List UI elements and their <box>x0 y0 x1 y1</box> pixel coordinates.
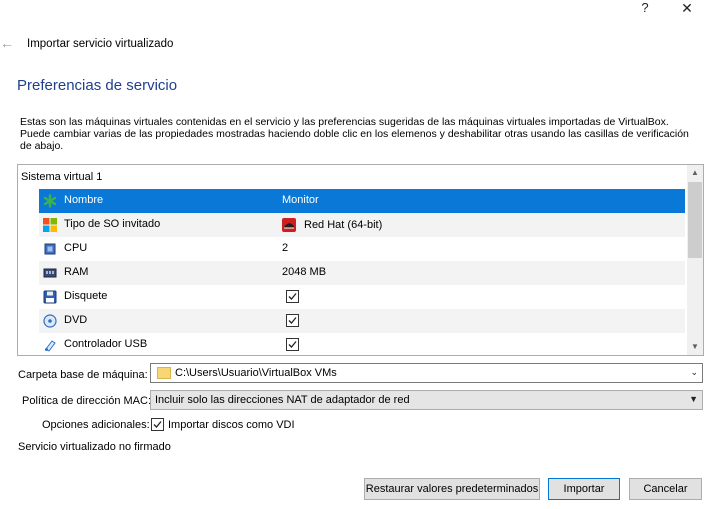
import-button[interactable]: Importar <box>548 478 620 500</box>
checkmark-icon <box>288 293 297 300</box>
checkmark-icon <box>153 421 162 428</box>
floppy-icon <box>42 289 58 305</box>
mac-policy-value: Incluir solo las direcciones NAT de adap… <box>155 394 410 406</box>
row-name: CPU <box>64 242 88 254</box>
settings-rows: Nombre Monitor Tipo de SO invitado Red Hat … <box>39 189 685 355</box>
wizard-title: Importar servicio virtualizado <box>27 38 174 50</box>
row-name: Tipo de SO invitado <box>64 218 161 230</box>
redhat-icon <box>282 218 296 232</box>
extra-options-label: Opciones adicionales: <box>42 419 150 431</box>
row-value-text: Red Hat (64-bit) <box>304 219 383 231</box>
back-arrow-icon[interactable]: ← <box>0 35 14 51</box>
row-name: Nombre <box>64 194 104 206</box>
row-value: Red Hat (64-bit) <box>282 218 382 232</box>
import-vdi-checkbox[interactable] <box>151 418 164 431</box>
name-icon <box>42 193 58 209</box>
tree-row-dvd[interactable]: DVD <box>39 309 685 333</box>
mac-policy-select[interactable]: Incluir solo las direcciones NAT de adap… <box>150 390 703 410</box>
tree-row-nombre[interactable]: Nombre Monitor <box>39 189 685 213</box>
help-button[interactable]: ? <box>634 0 656 15</box>
page-title: Preferencias de servicio <box>17 77 178 94</box>
dropdown-arrow-icon[interactable]: ▼ <box>689 394 698 404</box>
virtual-system-header[interactable]: Sistema virtual 1 <box>21 171 102 183</box>
base-folder-label: Carpeta base de máquina: <box>18 369 148 381</box>
checkmark-icon <box>288 317 297 324</box>
signature-status: Servicio virtualizado no firmado <box>18 441 171 453</box>
chevron-down-icon[interactable]: ⌄ <box>690 367 698 378</box>
base-folder-combo[interactable]: C:\Users\Usuario\VirtualBox VMs ⌄ <box>150 363 703 383</box>
tree-row-tipo-de-so-invitado[interactable]: Tipo de SO invitado Red Hat (64-bit) <box>39 213 685 237</box>
dvd-icon <box>42 313 58 329</box>
row-value-text: Monitor <box>282 194 319 206</box>
usb-icon <box>42 337 58 353</box>
row-value-text: 2 <box>282 242 289 254</box>
ram-icon <box>42 265 58 281</box>
row-checkbox[interactable] <box>286 290 299 303</box>
folder-icon <box>157 367 171 379</box>
row-name: RAM <box>64 266 89 278</box>
checkmark-icon <box>288 341 297 348</box>
cpu-icon <box>42 241 58 257</box>
row-name: DVD <box>64 314 88 326</box>
tree-row-controlador-usb[interactable]: Controlador USB <box>39 333 685 355</box>
row-checkbox[interactable] <box>286 338 299 351</box>
appliance-settings-tree[interactable]: Sistema virtual 1 Nombre Monitor Tipo de S… <box>17 164 704 356</box>
scroll-up-icon[interactable]: ▲ <box>687 165 703 181</box>
row-name: Controlador USB <box>64 338 148 350</box>
row-name: Disquete <box>64 290 108 302</box>
description-text: Estas son las máquinas virtuales conteni… <box>20 116 689 152</box>
scroll-thumb[interactable] <box>688 182 702 258</box>
cancel-button[interactable]: Cancelar <box>629 478 702 500</box>
row-checkbox[interactable] <box>286 314 299 327</box>
row-value: 2 <box>282 242 288 254</box>
restore-defaults-button[interactable]: Restaurar valores predeterminados <box>364 478 540 500</box>
tree-row-ram[interactable]: RAM 2048 MB <box>39 261 685 285</box>
row-value: Monitor <box>282 194 319 206</box>
tree-row-disquete[interactable]: Disquete <box>39 285 685 309</box>
vertical-scrollbar[interactable]: ▲ ▼ <box>687 165 703 355</box>
import-vdi-label[interactable]: Importar discos como VDI <box>168 419 295 431</box>
scroll-down-icon[interactable]: ▼ <box>687 339 703 355</box>
close-button[interactable]: ✕ <box>676 0 698 16</box>
os-type-icon <box>42 217 58 233</box>
row-value: 2048 MB <box>282 266 326 278</box>
tree-row-cpu[interactable]: CPU 2 <box>39 237 685 261</box>
mac-policy-label: Política de dirección MAC: <box>22 395 151 407</box>
row-value-text: 2048 MB <box>282 266 327 278</box>
base-folder-value: C:\Users\Usuario\VirtualBox VMs <box>175 367 337 379</box>
